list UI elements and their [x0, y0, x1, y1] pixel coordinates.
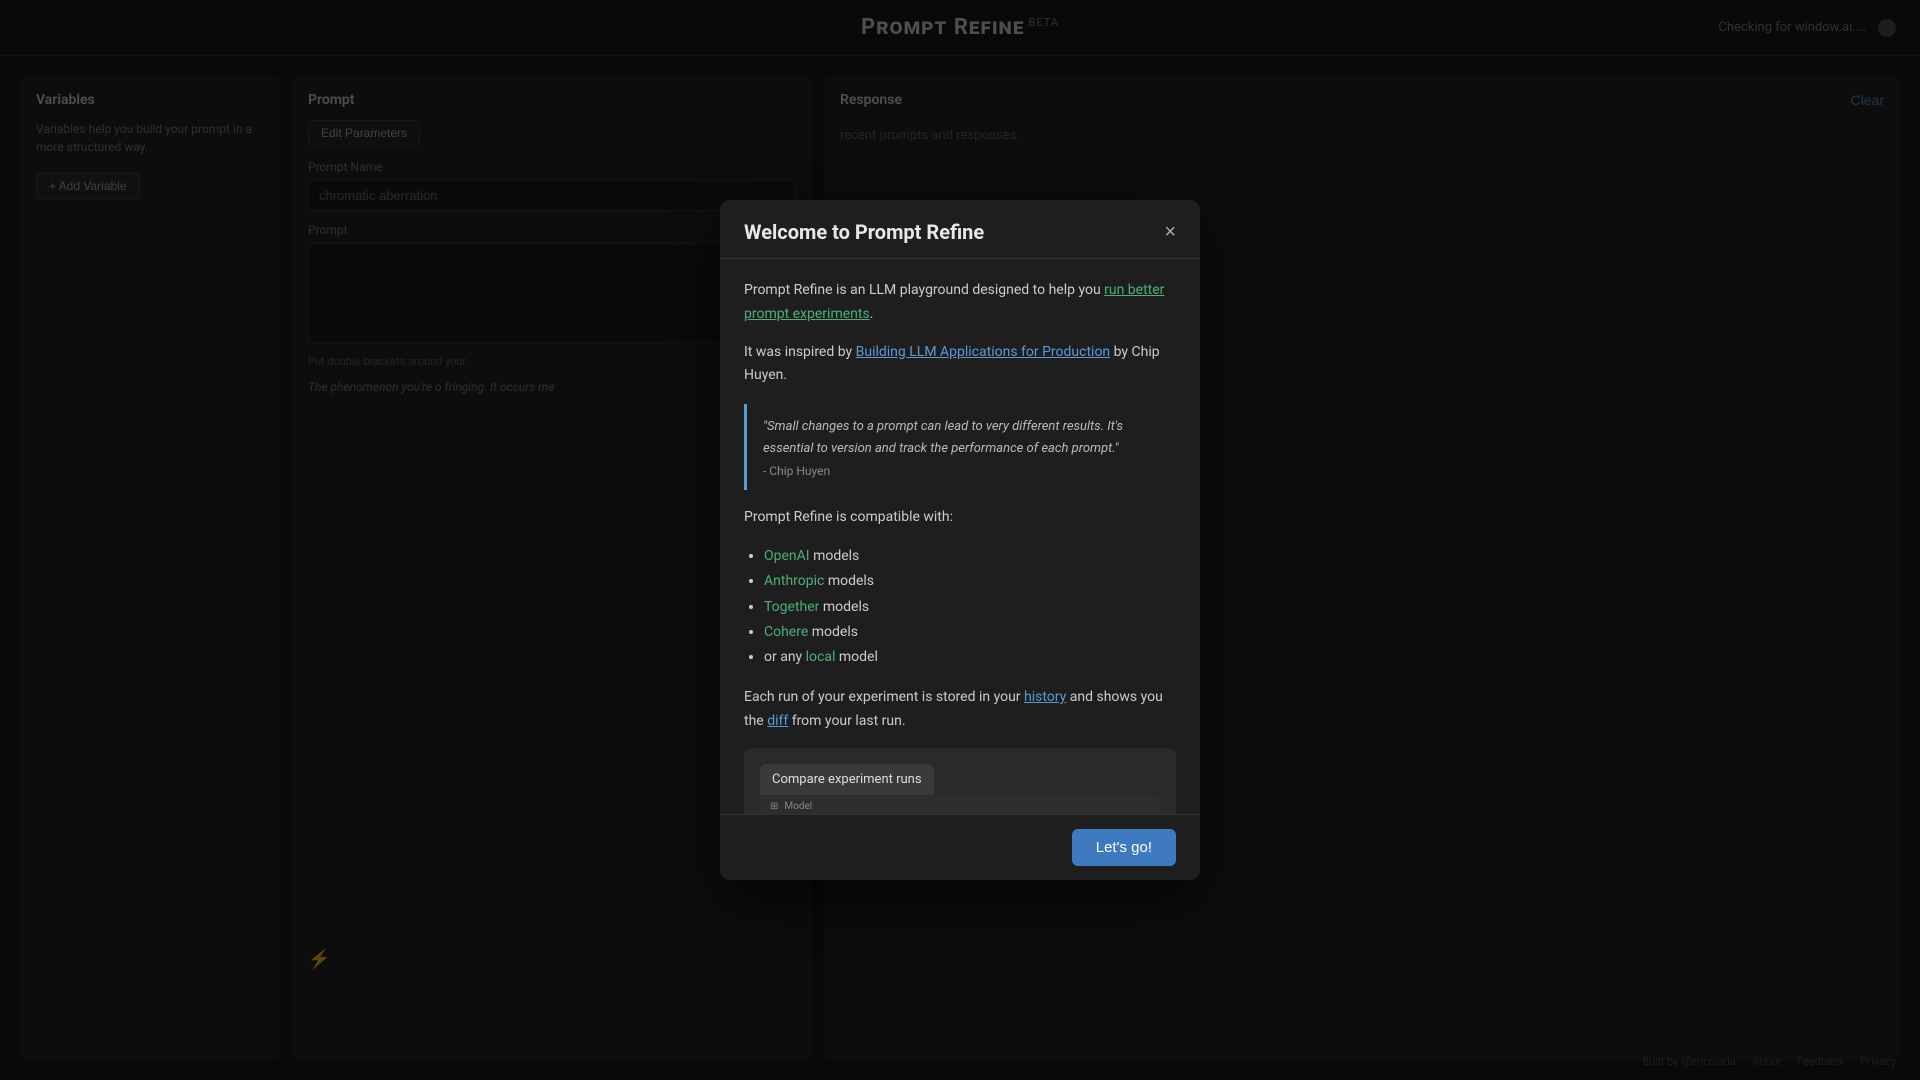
compatible-title: Prompt Refine is compatible with:: [744, 506, 1176, 530]
experiment-preview: Compare experiment runs ⊞ Model anthropi…: [744, 748, 1176, 814]
quote-attribution: - Chip Huyen: [763, 464, 1160, 478]
openai-highlight: OpenAI: [764, 548, 810, 564]
model-row: ⊞ Model: [760, 795, 1160, 814]
compare-title-bar: Compare experiment runs: [760, 764, 934, 795]
modal-header: Welcome to Prompt Refine ×: [720, 200, 1200, 259]
list-item: OpenAI models: [764, 544, 1176, 569]
intro-paragraph: Prompt Refine is an LLM playground desig…: [744, 279, 1176, 327]
together-highlight: Together: [764, 599, 819, 615]
modal-body: Prompt Refine is an LLM playground desig…: [720, 259, 1200, 814]
inspired-text: It was inspired by: [744, 344, 856, 360]
intro-text-1: Prompt Refine is an LLM playground desig…: [744, 282, 1104, 298]
list-item: Anthropic models: [764, 569, 1176, 594]
lets-go-button[interactable]: Let's go!: [1072, 829, 1176, 866]
modal-close-button[interactable]: ×: [1164, 222, 1176, 242]
inspired-link[interactable]: Building LLM Applications for Production: [856, 344, 1111, 360]
diff-link[interactable]: diff: [767, 713, 788, 729]
list-item: or any local model: [764, 645, 1176, 670]
modal-overlay[interactable]: Welcome to Prompt Refine × Prompt Refine…: [0, 0, 1920, 1080]
local-highlight: local: [806, 649, 836, 665]
intro-text-2: .: [870, 306, 874, 322]
quote-text: "Small changes to a prompt can lead to v…: [763, 416, 1160, 460]
history-text: Each run of your experiment is stored in…: [744, 689, 1024, 705]
list-item: Together models: [764, 595, 1176, 620]
anthropic-highlight: Anthropic: [764, 573, 824, 589]
history-text3: from your last run.: [788, 713, 905, 729]
model-label: Model: [784, 801, 812, 812]
history-paragraph: Each run of your experiment is stored in…: [744, 686, 1176, 734]
welcome-modal: Welcome to Prompt Refine × Prompt Refine…: [720, 200, 1200, 880]
history-link[interactable]: history: [1024, 689, 1066, 705]
compare-panel: ⊞ Model anthropic/claude-v1-100k anthrop…: [760, 795, 1160, 814]
blockquote: "Small changes to a prompt can lead to v…: [744, 404, 1176, 490]
inspired-paragraph: It was inspired by Building LLM Applicat…: [744, 341, 1176, 389]
cohere-highlight: Cohere: [764, 624, 808, 640]
compare-title-text: Compare experiment runs: [772, 772, 922, 787]
modal-footer: Let's go!: [720, 814, 1200, 880]
list-item: Cohere models: [764, 620, 1176, 645]
compatible-list: OpenAI models Anthropic models Together …: [744, 544, 1176, 670]
modal-title: Welcome to Prompt Refine: [744, 220, 984, 244]
